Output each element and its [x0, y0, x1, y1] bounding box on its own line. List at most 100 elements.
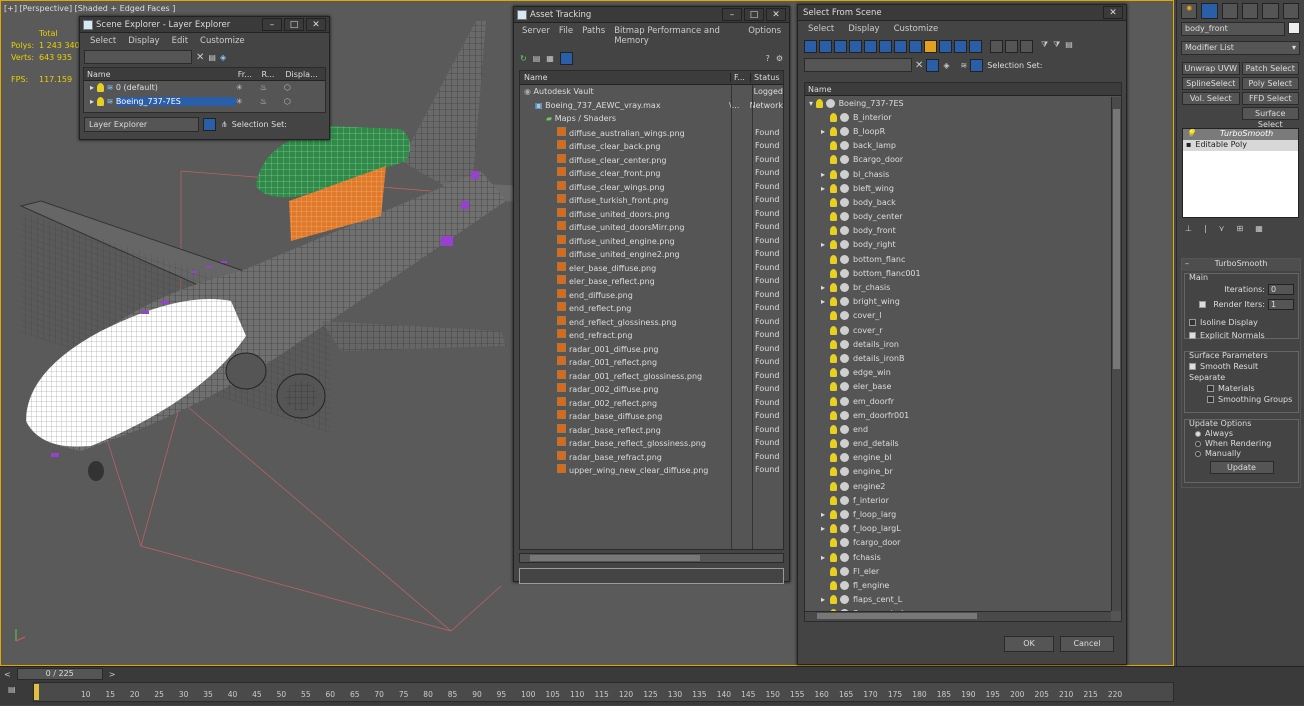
menu-select[interactable]: Select — [90, 36, 116, 46]
hidden-filter-icon[interactable] — [969, 40, 982, 53]
collapse-icon[interactable]: ▾ — [809, 99, 816, 108]
scene-object-row[interactable]: ▸ fchasis — [805, 550, 1121, 564]
scene-explorer-search-input[interactable] — [84, 50, 192, 64]
menu-display[interactable]: Display — [848, 24, 879, 34]
asset-tracking-window[interactable]: Asset Tracking – □ ✕ Server File Paths Bit… — [513, 6, 790, 584]
object-color-swatch[interactable] — [1288, 22, 1300, 34]
display-tab-icon[interactable] — [1262, 3, 1279, 19]
layer-stack-icon[interactable]: ≋ — [961, 61, 968, 70]
scene-object-row[interactable]: ▸ bright_wing — [805, 295, 1121, 309]
columns-icon[interactable]: ▤ — [1065, 40, 1073, 53]
bulb-icon[interactable] — [830, 467, 837, 477]
asset-list-hscrollbar[interactable] — [519, 553, 784, 563]
layer-toggle-icon[interactable] — [203, 118, 216, 131]
asset-row[interactable]: radar_base_refract.png Found — [520, 450, 783, 464]
frozen-filter-icon[interactable] — [954, 40, 967, 53]
invert-filter-icon[interactable] — [1020, 40, 1033, 53]
modifier-list-dropdown[interactable]: Modifier List ▾ — [1181, 41, 1300, 55]
mini-curve-icon[interactable]: ▤ — [8, 685, 16, 694]
asset-row[interactable]: diffuse_united_doors.png Found — [520, 207, 783, 221]
asset-row[interactable]: eler_base_reflect.png Found — [520, 274, 783, 288]
asset-row[interactable]: radar_002_diffuse.png Found — [520, 382, 783, 396]
asset-list[interactable]: Name F... Status ◉ Autodesk Vault Logged ▣… — [519, 70, 784, 550]
scene-object-row[interactable]: em_doorfr001 — [805, 408, 1121, 422]
scene-object-row[interactable]: ▸ B_loopR — [805, 124, 1121, 138]
asset-row[interactable]: end_refract.png Found — [520, 328, 783, 342]
col-name[interactable]: Name — [805, 85, 832, 94]
time-marker[interactable] — [34, 684, 39, 700]
unwrap-uvw-button[interactable]: Unwrap UVW — [1182, 62, 1240, 75]
shapes-filter-icon[interactable] — [819, 40, 832, 53]
modifier-stack[interactable]: 💡 TurboSmooth ▪ Editable Poly — [1182, 128, 1299, 218]
bulb-icon[interactable] — [830, 339, 837, 349]
hierarchy-tab-icon[interactable] — [1221, 3, 1238, 19]
configure-sets-icon[interactable]: ▦ — [1255, 224, 1263, 233]
bulb-icon[interactable] — [96, 83, 104, 93]
stack-item-editable-poly[interactable]: ▪ Editable Poly — [1183, 140, 1298, 151]
scene-object-row[interactable]: body_front — [805, 224, 1121, 238]
asset-row[interactable]: diffuse_clear_center.png Found — [520, 153, 783, 167]
scene-object-row[interactable]: fl_engine — [805, 578, 1121, 592]
show-end-result-icon[interactable]: | — [1204, 224, 1207, 233]
patch-select-button[interactable]: Patch Select — [1241, 62, 1299, 75]
scene-object-row[interactable]: cover_r — [805, 323, 1121, 337]
expand-icon[interactable]: ▸ — [90, 97, 97, 106]
select-from-scene-titlebar[interactable]: Select From Scene ✕ — [798, 5, 1126, 21]
render-icon[interactable]: ♨ — [260, 83, 284, 92]
menu-customize[interactable]: Customize — [200, 36, 245, 46]
make-unique-icon[interactable]: ⋎ — [1219, 224, 1225, 233]
layers-icon[interactable]: ◈ — [943, 61, 949, 70]
stack-item-turbosmooth[interactable]: 💡 TurboSmooth — [1183, 129, 1298, 140]
find-icon[interactable]: ⧩ — [1053, 40, 1060, 53]
asset-row[interactable]: radar_002_reflect.png Found — [520, 396, 783, 410]
display-icon[interactable]: ⬡ — [284, 83, 291, 92]
asset-row[interactable]: ◉ Autodesk Vault Logged — [520, 85, 783, 99]
scene-object-row[interactable]: ▸ br_chasis — [805, 280, 1121, 294]
scene-object-row[interactable]: back_lamp — [805, 139, 1121, 153]
clear-search-icon[interactable]: ✕ — [196, 52, 204, 63]
scene-object-row[interactable]: bottom_flanc001 — [805, 266, 1121, 280]
scene-object-row[interactable]: body_center — [805, 210, 1121, 224]
scene-list-vscrollbar[interactable] — [1111, 97, 1121, 611]
hierarchy-icon[interactable]: ⋔ — [221, 120, 228, 129]
xrefs-filter-icon[interactable] — [909, 40, 922, 53]
smoothing-groups-checkbox[interactable] — [1207, 396, 1214, 403]
scene-object-row[interactable]: ▸ bleft_wing — [805, 181, 1121, 195]
layer-row[interactable]: ▸ ≋ Boeing_737-7ES ✳ ♨ ⬡ — [84, 95, 325, 109]
bulb-icon[interactable] — [830, 212, 837, 222]
bulb-icon[interactable] — [830, 439, 837, 449]
spline-select-button[interactable]: SplineSelect — [1182, 77, 1240, 90]
poly-select-button[interactable]: Poly Select — [1241, 77, 1299, 90]
asset-row[interactable]: diffuse_united_engine2.png Found — [520, 247, 783, 261]
ok-button[interactable]: OK — [1004, 636, 1054, 652]
scene-object-row[interactable]: bottom_flanc — [805, 252, 1121, 266]
menu-edit[interactable]: Edit — [172, 36, 188, 46]
close-button[interactable]: ✕ — [306, 18, 326, 31]
rollout-header[interactable]: – TurboSmooth — [1182, 259, 1300, 271]
asset-row[interactable]: diffuse_australian_wings.png Found — [520, 126, 783, 140]
asset-row[interactable]: diffuse_clear_back.png Found — [520, 139, 783, 153]
expand-icon[interactable]: ▸ — [821, 184, 830, 193]
scene-explorer-window[interactable]: Scene Explorer - Layer Explorer – □ ✕ Sele… — [79, 16, 330, 140]
bulb-icon[interactable] — [830, 311, 837, 321]
asset-row[interactable]: end_diffuse.png Found — [520, 288, 783, 302]
scene-object-row[interactable]: ▸ body_right — [805, 238, 1121, 252]
help-icon[interactable]: ? — [766, 54, 770, 63]
display-icon[interactable]: ⬡ — [284, 97, 291, 106]
expand-icon[interactable]: ▸ — [821, 524, 830, 533]
select-search-input[interactable] — [804, 58, 912, 72]
asset-row[interactable]: radar_001_diffuse.png Found — [520, 342, 783, 356]
col-name[interactable]: Name — [84, 70, 238, 79]
menu-paths[interactable]: Paths — [582, 26, 605, 46]
bulb-icon[interactable] — [830, 538, 837, 548]
prev-frame-icon[interactable]: < — [4, 670, 11, 679]
settings-icon[interactable]: ⚙ — [776, 54, 783, 63]
bulb-icon[interactable] — [96, 96, 104, 106]
materials-checkbox[interactable] — [1207, 385, 1214, 392]
scene-explorer-list[interactable]: Name Fr... R... Displa... ▸ ≋ 0 (default… — [83, 67, 326, 113]
render-iters-checkbox[interactable] — [1199, 301, 1207, 308]
bulb-icon[interactable] — [830, 254, 837, 264]
bulb-icon[interactable] — [830, 126, 837, 136]
close-button[interactable]: ✕ — [766, 8, 786, 21]
expand-icon[interactable]: ▪ — [1186, 140, 1191, 151]
